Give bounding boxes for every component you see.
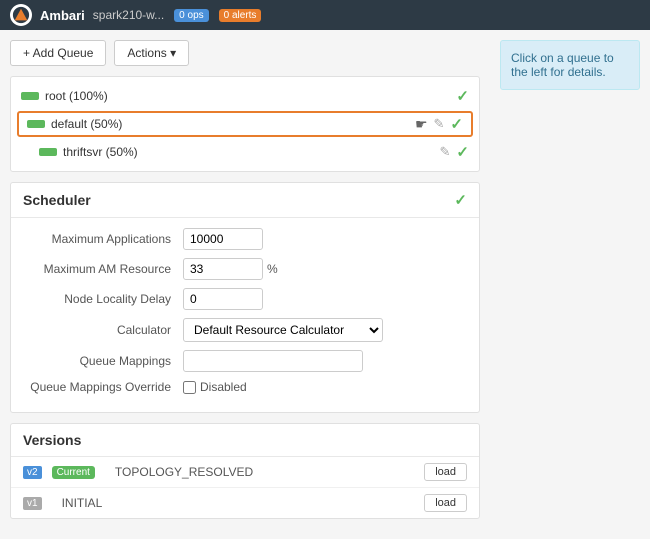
queue-mappings-override-row: Queue Mappings Override Disabled bbox=[23, 380, 467, 394]
alerts-badge[interactable]: 0 alerts bbox=[219, 9, 262, 22]
queue-item-thriftsvr[interactable]: thriftsvr (50%) ✎ ✓ bbox=[11, 139, 479, 165]
version-row-v1: v1 INITIAL load bbox=[11, 488, 479, 518]
cluster-name: spark210-w... bbox=[93, 8, 164, 22]
queue-check-icon: ✓ bbox=[456, 143, 469, 161]
max-apps-input[interactable] bbox=[183, 228, 263, 250]
cursor-icon: ☛ bbox=[415, 116, 428, 133]
queue-item-default[interactable]: default (50%) ☛ ✎ ✓ bbox=[17, 111, 473, 137]
max-apps-row: Maximum Applications bbox=[23, 228, 467, 250]
add-queue-button[interactable]: + Add Queue bbox=[10, 40, 106, 66]
toolbar: + Add Queue Actions ▾ bbox=[10, 40, 480, 66]
versions-header: Versions bbox=[11, 424, 479, 457]
version-load-button-v2[interactable]: load bbox=[424, 463, 467, 481]
queue-status-dot bbox=[39, 148, 57, 156]
max-am-row: Maximum AM Resource % bbox=[23, 258, 467, 280]
max-am-input[interactable] bbox=[183, 258, 263, 280]
left-panel: + Add Queue Actions ▾ root (100%) ✓ defa… bbox=[0, 30, 490, 539]
scheduler-title: Scheduler bbox=[23, 192, 91, 208]
max-am-unit: % bbox=[267, 262, 278, 276]
queue-mappings-override-text: Disabled bbox=[200, 380, 247, 394]
scheduler-header: Scheduler ✓ bbox=[11, 183, 479, 218]
version-load-button-v1[interactable]: load bbox=[424, 494, 467, 512]
queue-label: default (50%) bbox=[51, 117, 409, 131]
queue-mappings-override-checkbox-label: Disabled bbox=[183, 380, 247, 394]
version-name-v2: TOPOLOGY_RESOLVED bbox=[105, 465, 414, 479]
queue-mappings-override-checkbox[interactable] bbox=[183, 381, 196, 394]
scheduler-section: Scheduler ✓ Maximum Applications Maximum… bbox=[10, 182, 480, 413]
queue-mappings-input[interactable] bbox=[183, 350, 363, 372]
queue-label: thriftsvr (50%) bbox=[63, 145, 434, 159]
queue-item-root[interactable]: root (100%) ✓ bbox=[11, 83, 479, 109]
queue-label: root (100%) bbox=[45, 89, 450, 103]
version-badge-v2: v2 bbox=[23, 466, 42, 479]
actions-button[interactable]: Actions ▾ bbox=[114, 40, 189, 66]
versions-section: Versions v2 Current TOPOLOGY_RESOLVED lo… bbox=[10, 423, 480, 519]
node-locality-label: Node Locality Delay bbox=[23, 292, 183, 306]
info-box-text: Click on a queue to the left for details… bbox=[511, 51, 614, 79]
queue-list: root (100%) ✓ default (50%) ☛ ✎ ✓ thrift… bbox=[10, 76, 480, 172]
max-am-label: Maximum AM Resource bbox=[23, 262, 183, 276]
version-current-badge: Current bbox=[52, 466, 95, 479]
queue-check-icon: ✓ bbox=[450, 115, 463, 133]
calculator-select[interactable]: Default Resource Calculator bbox=[183, 318, 383, 342]
app-title: Ambari bbox=[40, 8, 85, 23]
calculator-row: Calculator Default Resource Calculator bbox=[23, 318, 467, 342]
queue-mappings-row: Queue Mappings bbox=[23, 350, 467, 372]
queue-mappings-label: Queue Mappings bbox=[23, 354, 183, 368]
info-box: Click on a queue to the left for details… bbox=[500, 40, 640, 90]
right-panel: Click on a queue to the left for details… bbox=[490, 30, 650, 539]
queue-status-dot bbox=[27, 120, 45, 128]
main-content: + Add Queue Actions ▾ root (100%) ✓ defa… bbox=[0, 30, 650, 539]
scheduler-check-icon: ✓ bbox=[454, 191, 467, 209]
node-locality-row: Node Locality Delay bbox=[23, 288, 467, 310]
version-row-v2: v2 Current TOPOLOGY_RESOLVED load bbox=[11, 457, 479, 488]
queue-mappings-override-label: Queue Mappings Override bbox=[23, 380, 183, 394]
max-apps-label: Maximum Applications bbox=[23, 232, 183, 246]
edit-icon: ✎ bbox=[440, 144, 451, 160]
app-logo bbox=[10, 4, 32, 26]
edit-icon: ✎ bbox=[434, 116, 445, 132]
queue-status-dot bbox=[21, 92, 39, 100]
version-badge-v1: v1 bbox=[23, 497, 42, 510]
calculator-label: Calculator bbox=[23, 323, 183, 337]
topbar: Ambari spark210-w... 0 ops 0 alerts bbox=[0, 0, 650, 30]
queue-check-icon: ✓ bbox=[456, 87, 469, 105]
scheduler-body: Maximum Applications Maximum AM Resource… bbox=[11, 218, 479, 412]
version-name-v1: INITIAL bbox=[52, 496, 415, 510]
ops-badge[interactable]: 0 ops bbox=[174, 9, 208, 22]
node-locality-input[interactable] bbox=[183, 288, 263, 310]
